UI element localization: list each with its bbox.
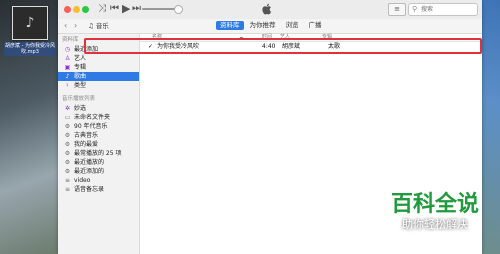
clock-icon: ◷ bbox=[64, 46, 71, 53]
mp3-file-icon: ♪ bbox=[12, 6, 48, 40]
sidebar-item-recently-played[interactable]: ⚙ 最近播放的 bbox=[58, 158, 139, 167]
highlight-box bbox=[84, 38, 482, 54]
search-icon: ⚲ bbox=[412, 5, 418, 13]
gear-icon: ⚙ bbox=[64, 159, 71, 166]
playlist-icon: ≡ bbox=[64, 186, 71, 193]
media-picker[interactable]: ♫ 音乐 bbox=[88, 21, 109, 31]
sidebar-item-voice-memos[interactable]: ≡ 语音备忘录 bbox=[58, 185, 139, 194]
list-view-button[interactable]: ≡ bbox=[388, 3, 406, 16]
watermark: 百科全说 助你轻松解决 bbox=[374, 192, 496, 232]
desktop-file-mp3[interactable]: ♪ 胡彦斌 - 为你我受冷风吹.mp3 bbox=[4, 6, 56, 56]
music-note-icon: ♪ bbox=[65, 73, 70, 80]
gear-icon: ⚙ bbox=[64, 168, 71, 175]
sidebar-item-genius[interactable]: ✲ 妙选 bbox=[58, 104, 139, 113]
sidebar-item-genres[interactable]: ♮ 类型 bbox=[58, 81, 139, 90]
gear-icon: ⚙ bbox=[64, 141, 71, 148]
sidebar-item-classical[interactable]: ⚙ 古典音乐 bbox=[58, 131, 139, 140]
watermark-subtitle: 助你轻松解决 bbox=[402, 218, 468, 231]
sidebar-item-albums[interactable]: ▣ 专辑 bbox=[58, 63, 139, 72]
sidebar-playlists-header: 音乐播放列表 bbox=[62, 96, 96, 102]
genius-icon: ✲ bbox=[64, 105, 71, 112]
desktop-file-label: 胡彦斌 - 为你我受冷风吹.mp3 bbox=[4, 42, 56, 56]
library-tabs: 资料库 为你推荐 浏览 广播 bbox=[216, 21, 326, 30]
minimize-window-button[interactable] bbox=[73, 6, 80, 13]
microphone-icon: ♙ bbox=[64, 55, 71, 62]
back-icon[interactable]: ‹ bbox=[64, 22, 67, 30]
volume-knob[interactable] bbox=[174, 5, 183, 14]
sidebar-item-video[interactable]: ≡ video bbox=[58, 176, 139, 185]
next-track-icon[interactable]: ⏭ bbox=[132, 3, 141, 15]
sidebar-item-songs[interactable]: ♪ 歌曲 bbox=[58, 72, 139, 81]
shuffle-icon[interactable]: ⤨ bbox=[98, 3, 106, 15]
search-box[interactable]: ⚲ bbox=[408, 3, 478, 16]
gear-icon: ⚙ bbox=[64, 132, 71, 139]
volume-slider[interactable] bbox=[142, 8, 178, 10]
search-input[interactable] bbox=[421, 4, 473, 15]
previous-track-icon[interactable]: ⏮ bbox=[110, 3, 119, 15]
sidebar-item-recently-added-playlist[interactable]: ⚙ 最近添加的 bbox=[58, 167, 139, 176]
tab-radio[interactable]: 广播 bbox=[305, 21, 326, 30]
toolbar: ⤨ ⏮ ▶ ⏭ ≡ ⚲ bbox=[58, 0, 482, 20]
sidebar-item-artists[interactable]: ♙ 艺人 bbox=[58, 54, 139, 63]
forward-icon[interactable]: › bbox=[74, 22, 77, 30]
watermark-title: 百科全说 bbox=[390, 192, 479, 217]
gear-icon: ⚙ bbox=[64, 150, 71, 157]
zoom-window-button[interactable] bbox=[82, 6, 89, 13]
playlist-icon: ≡ bbox=[64, 177, 71, 184]
sidebar-item-favorites[interactable]: ⚙ 我的最爱 bbox=[58, 140, 139, 149]
tab-library[interactable]: 资料库 bbox=[216, 21, 244, 30]
sidebar-item-untitled-folder[interactable]: ▭ 未命名文件夹 bbox=[58, 113, 139, 122]
play-icon[interactable]: ▶ bbox=[122, 3, 130, 15]
navigation-bar: ‹ › ♫ 音乐 资料库 为你推荐 浏览 广播 bbox=[58, 19, 482, 34]
album-icon: ▣ bbox=[64, 64, 71, 71]
folder-icon: ▭ bbox=[64, 114, 71, 121]
tab-for-you[interactable]: 为你推荐 bbox=[246, 21, 280, 30]
apple-logo-icon bbox=[262, 3, 272, 15]
sidebar: 资料库 ◷ 最近添加 ♙ 艺人 ▣ 专辑 ♪ 歌曲 ♮ 类型 音乐播放列表 ✲ 妙选 ▭ 未命… bbox=[58, 34, 140, 254]
sidebar-item-top-25[interactable]: ⚙ 最常播放的 25 项 bbox=[58, 149, 139, 158]
sidebar-item-90s-music[interactable]: ⚙ 90 年代音乐 bbox=[58, 122, 139, 131]
gear-icon: ⚙ bbox=[64, 123, 71, 130]
tab-browse[interactable]: 浏览 bbox=[282, 21, 303, 30]
close-window-button[interactable] bbox=[64, 6, 71, 13]
genre-icon: ♮ bbox=[66, 82, 69, 89]
